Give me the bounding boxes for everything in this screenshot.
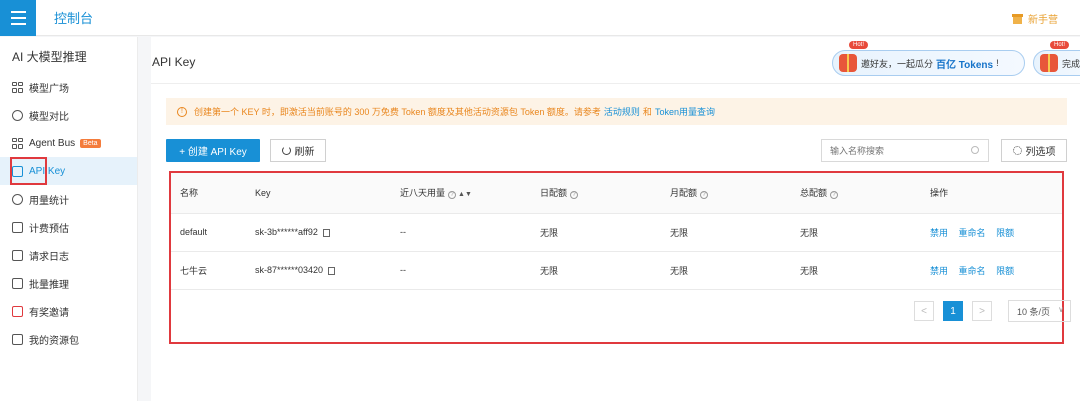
column-header-key: Key bbox=[246, 173, 391, 214]
daily-quota-cell: 无限 bbox=[531, 251, 661, 290]
help-icon[interactable]: ? bbox=[830, 191, 839, 200]
disable-link[interactable]: 禁用 bbox=[930, 266, 948, 276]
key-name-cell: 七牛云 bbox=[171, 251, 246, 290]
sidebar-item-model-compare[interactable]: 模型对比 bbox=[0, 101, 137, 129]
limit-link[interactable]: 限额 bbox=[996, 228, 1014, 238]
gear-icon bbox=[1012, 146, 1022, 155]
newbie-link[interactable]: 新手营 bbox=[1012, 11, 1058, 26]
menu-toggle-icon[interactable] bbox=[0, 0, 36, 36]
sidebar-item-request-log[interactable]: 请求日志 bbox=[0, 241, 137, 269]
column-options-button[interactable]: 列选项 bbox=[1001, 139, 1067, 162]
table-header-row: 名称 Key 近八天用量? ▲▼ 日配额? 月配额? 总配额? 操作 bbox=[171, 173, 1062, 214]
top-bar: 控制台 新手营 bbox=[0, 0, 1080, 36]
table-row: 七牛云 sk-87******03420 -- 无限 无限 无限 禁用 重命名 … bbox=[171, 251, 1062, 290]
rename-link[interactable]: 重命名 bbox=[959, 266, 986, 276]
rename-link[interactable]: 重命名 bbox=[959, 228, 986, 238]
pagination: < 1 > 10 条/页 ∨ bbox=[914, 300, 1071, 322]
document-icon bbox=[12, 221, 23, 233]
page-header: API Key Hot! 邀好友，一起瓜分 百亿 Tokens ! Hot! 完… bbox=[151, 37, 1080, 84]
disable-link[interactable]: 禁用 bbox=[930, 228, 948, 238]
gift-icon bbox=[12, 305, 23, 317]
grid-icon bbox=[12, 81, 23, 93]
create-api-key-button[interactable]: + 创建 API Key bbox=[166, 139, 260, 162]
key-name-cell: default bbox=[171, 213, 246, 252]
copy-icon[interactable] bbox=[322, 228, 330, 237]
sidebar-item-api-key[interactable]: API Key bbox=[0, 157, 137, 185]
column-header-monthly-quota: 月配额? bbox=[661, 173, 791, 214]
key-value-cell: sk-87******03420 bbox=[246, 251, 391, 290]
task-promo-banner[interactable]: Hot! 完成 bbox=[1033, 41, 1080, 76]
highlight-box bbox=[10, 157, 47, 185]
help-icon[interactable]: ? bbox=[448, 191, 457, 200]
warning-icon: ! bbox=[177, 106, 187, 117]
hot-badge: Hot! bbox=[1050, 41, 1070, 49]
column-header-total-quota: 总配额? bbox=[791, 173, 921, 214]
beta-badge: Beta bbox=[80, 138, 101, 148]
sort-icon[interactable]: ▲▼ bbox=[458, 191, 472, 198]
hot-badge: Hot! bbox=[849, 41, 869, 49]
sidebar-item-batch-inference[interactable]: 批量推理 bbox=[0, 269, 137, 297]
sidebar-item-usage-stats[interactable]: 用量统计 bbox=[0, 185, 137, 213]
compare-icon bbox=[12, 109, 23, 121]
page-title: API Key bbox=[152, 55, 196, 69]
search-icon[interactable] bbox=[971, 146, 979, 154]
table-row: default sk-3b******aff92 -- 无限 无限 无限 禁用 … bbox=[171, 213, 1062, 252]
sidebar-item-resource-packs[interactable]: 我的资源包 bbox=[0, 325, 137, 353]
limit-link[interactable]: 限额 bbox=[996, 266, 1014, 276]
help-icon[interactable]: ? bbox=[570, 191, 579, 200]
sidebar-section-title: AI 大模型推理 bbox=[12, 50, 87, 64]
main-content: API Key Hot! 邀好友，一起瓜分 百亿 Tokens ! Hot! 完… bbox=[151, 37, 1080, 401]
activity-rules-link[interactable]: 活动规则 bbox=[604, 105, 640, 118]
daily-quota-cell: 无限 bbox=[531, 213, 661, 252]
page-size-select[interactable]: 10 条/页 ∨ bbox=[1008, 300, 1071, 322]
next-page-button[interactable]: > bbox=[972, 301, 992, 321]
monthly-quota-cell: 无限 bbox=[661, 251, 791, 290]
sidebar: AI 大模型推理 模型广场 模型对比 Agent Bus Beta API Ke… bbox=[0, 37, 138, 401]
log-icon bbox=[12, 249, 23, 261]
chevron-down-icon: ∨ bbox=[1058, 305, 1064, 314]
help-icon[interactable]: ? bbox=[700, 191, 709, 200]
external-icon bbox=[12, 277, 23, 289]
invite-promo-banner[interactable]: Hot! 邀好友，一起瓜分 百亿 Tokens ! bbox=[832, 41, 1025, 76]
total-quota-cell: 无限 bbox=[791, 251, 921, 290]
actions-cell: 禁用 重命名 限额 bbox=[921, 251, 1062, 290]
external-icon bbox=[12, 333, 23, 345]
usage-cell: -- bbox=[391, 213, 531, 252]
token-usage-link[interactable]: Token用量查询 bbox=[655, 105, 715, 118]
sidebar-item-agent-bus[interactable]: Agent Bus Beta bbox=[0, 129, 137, 157]
sidebar-item-model-square[interactable]: 模型广场 bbox=[0, 73, 137, 101]
sidebar-item-invite[interactable]: 有奖邀请 bbox=[0, 297, 137, 325]
column-header-daily-quota: 日配额? bbox=[531, 173, 661, 214]
usage-cell: -- bbox=[391, 251, 531, 290]
name-search-input[interactable] bbox=[821, 139, 989, 162]
column-header-name: 名称 bbox=[171, 173, 246, 214]
column-header-actions: 操作 bbox=[921, 173, 1062, 214]
gift-icon bbox=[839, 54, 857, 72]
prev-page-button[interactable]: < bbox=[914, 301, 934, 321]
total-quota-cell: 无限 bbox=[791, 213, 921, 252]
monthly-quota-cell: 无限 bbox=[661, 213, 791, 252]
page-1-button[interactable]: 1 bbox=[943, 301, 963, 321]
api-key-table: 名称 Key 近八天用量? ▲▼ 日配额? 月配额? 总配额? 操作 defau… bbox=[169, 171, 1071, 344]
free-token-alert: ! 创建第一个 KEY 时，即激活当前账号的 300 万免费 Token 额度及… bbox=[166, 98, 1067, 125]
gift-icon bbox=[1040, 54, 1058, 72]
refresh-icon bbox=[281, 146, 291, 155]
column-header-usage[interactable]: 近八天用量? ▲▼ bbox=[391, 173, 531, 214]
refresh-button[interactable]: 刷新 bbox=[270, 139, 326, 162]
pie-chart-icon bbox=[12, 193, 23, 205]
actions-cell: 禁用 重命名 限额 bbox=[921, 213, 1062, 252]
grid-icon bbox=[12, 137, 23, 149]
sidebar-item-billing-estimate[interactable]: 计费预估 bbox=[0, 213, 137, 241]
console-title[interactable]: 控制台 bbox=[54, 8, 93, 27]
key-value-cell: sk-3b******aff92 bbox=[246, 213, 391, 252]
copy-icon[interactable] bbox=[328, 266, 336, 275]
gift-icon bbox=[1012, 13, 1023, 24]
